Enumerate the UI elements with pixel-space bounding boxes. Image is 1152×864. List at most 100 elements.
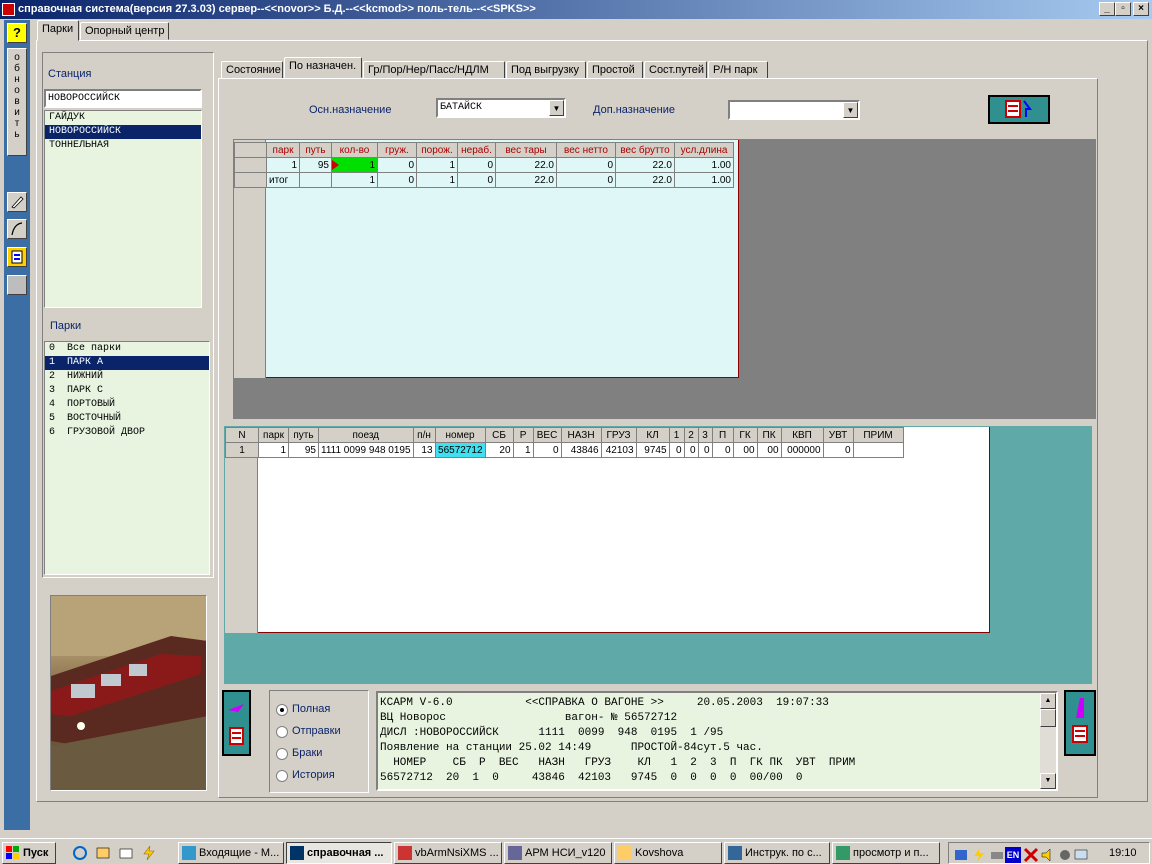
station-list-item[interactable]: ГАЙДУК xyxy=(45,111,201,125)
scroll-up-icon[interactable]: ▲ xyxy=(1040,693,1056,709)
station-list-item[interactable]: НОВОРОССИЙСК xyxy=(45,125,201,139)
wagon-cell[interactable]: 0 xyxy=(711,442,734,458)
chevron-down-icon[interactable]: ▼ xyxy=(843,102,858,118)
eraser-tool-button[interactable] xyxy=(7,192,27,212)
summary-cell[interactable]: 1 xyxy=(416,157,458,173)
wagon-header-cell[interactable]: п/н xyxy=(412,427,436,443)
summary-cell[interactable]: 1.00 xyxy=(674,157,734,173)
outlook-icon[interactable] xyxy=(95,845,111,861)
summary-cell[interactable]: 0 xyxy=(556,157,616,173)
report-mode-radio[interactable] xyxy=(276,704,288,716)
wagon-cell[interactable]: 0 xyxy=(683,442,699,458)
wagon-header-cell[interactable]: УВТ xyxy=(822,427,854,443)
wagon-cell[interactable]: 42103 xyxy=(600,442,637,458)
summary-cell[interactable]: 22.0 xyxy=(495,172,557,188)
language-indicator[interactable]: EN xyxy=(1005,847,1021,863)
summary-cell[interactable]: итог xyxy=(266,172,300,188)
taskbar-item[interactable]: Входящие - M... xyxy=(178,842,284,864)
wagon-cell[interactable]: 0 xyxy=(822,442,854,458)
summary-header-cell[interactable]: нераб. xyxy=(457,142,496,158)
wagon-cell[interactable]: 00 xyxy=(732,442,758,458)
printer-icon[interactable] xyxy=(989,847,1005,863)
summary-cell[interactable]: 22.0 xyxy=(615,157,675,173)
report-mode-label[interactable]: Браки xyxy=(292,747,322,759)
wagon-cell[interactable]: 13 xyxy=(412,442,436,458)
taskbar-item[interactable]: Kovshova xyxy=(614,842,722,864)
summary-header-cell[interactable]: кол-во xyxy=(331,142,378,158)
maximize-button[interactable]: ▫ xyxy=(1115,2,1131,16)
wagon-header-cell[interactable]: ГК xyxy=(732,427,758,443)
wagon-cell[interactable]: 95 xyxy=(288,442,319,458)
volume-icon[interactable] xyxy=(1039,847,1055,863)
taskbar-item[interactable]: просмотр и п... xyxy=(832,842,940,864)
wagon-header-cell[interactable]: 2 xyxy=(683,427,699,443)
summary-cell[interactable]: 0 xyxy=(457,157,496,173)
wagon-cell[interactable]: 000000 xyxy=(780,442,824,458)
tab-1[interactable]: По назначен. xyxy=(284,57,362,78)
extra-dest-select[interactable]: ▼ xyxy=(728,100,860,120)
tab-5[interactable]: Сост.путей xyxy=(644,61,707,79)
report-mode-label[interactable]: Отправки xyxy=(292,725,341,737)
summary-cell[interactable]: 1 xyxy=(331,157,378,173)
wagon-cell[interactable]: 1 xyxy=(258,442,289,458)
wagon-cell[interactable]: 9745 xyxy=(635,442,670,458)
power-icon[interactable] xyxy=(971,847,987,863)
report-mode-radio[interactable] xyxy=(276,726,288,738)
start-button[interactable]: Пуск xyxy=(2,842,56,864)
station-list[interactable]: ГАЙДУК НОВОРОССИЙСК ТОННЕЛЬНАЯ xyxy=(44,110,202,308)
report-mode-label[interactable]: История xyxy=(292,769,335,781)
wagon-cell[interactable]: 20 xyxy=(484,442,514,458)
print-report-button[interactable] xyxy=(1064,690,1096,756)
summary-cell[interactable]: 22.0 xyxy=(615,172,675,188)
wagon-header-cell[interactable]: 1 xyxy=(668,427,685,443)
tab-3[interactable]: Под выгрузку xyxy=(506,61,586,79)
summary-cell[interactable]: 0 xyxy=(377,157,417,173)
close-button[interactable]: × xyxy=(1133,2,1149,16)
table-row[interactable]: 1 95 1 0 1 0 22.0 0 22.0 1.00 xyxy=(234,157,734,173)
wagon-header-cell[interactable]: номер xyxy=(434,427,486,443)
wagon-cell[interactable]: 56572712 xyxy=(434,442,486,458)
ie-icon[interactable] xyxy=(72,845,88,861)
park-list-item[interactable]: 6 ГРУЗОВОЙ ДВОР xyxy=(45,426,209,440)
tab-2[interactable]: Гр/Пор/Нер/Пасс/НДЛМ xyxy=(363,61,505,79)
desktop-icon[interactable] xyxy=(118,845,134,861)
wagon-header-cell[interactable]: КВП xyxy=(780,427,824,443)
park-list-item[interactable]: 5 ВОСТОЧНЫЙ xyxy=(45,412,209,426)
taskbar-item[interactable]: справочная ... xyxy=(286,842,392,864)
summary-header-cell[interactable]: путь xyxy=(299,142,332,158)
wagon-header-cell[interactable]: ВЕС xyxy=(532,427,562,443)
wagon-cell[interactable]: 00 xyxy=(756,442,782,458)
line-tool-button[interactable] xyxy=(7,219,27,239)
summary-cell[interactable]: 1 xyxy=(266,157,300,173)
lightning-icon[interactable] xyxy=(141,845,157,861)
park-list-item[interactable]: 4 ПОРТОВЫЙ xyxy=(45,398,209,412)
monitor-icon[interactable] xyxy=(1073,847,1089,863)
park-list-item[interactable]: 1 ПАРК А xyxy=(45,356,209,370)
station-input[interactable]: НОВОРОССИЙСК xyxy=(44,89,202,108)
wagon-cell[interactable]: 0 xyxy=(668,442,685,458)
wagon-cell[interactable]: 1 xyxy=(512,442,534,458)
tab-4[interactable]: Простой xyxy=(587,61,643,79)
table-row[interactable]: итог 1 0 1 0 22.0 0 22.0 1.00 xyxy=(234,172,734,188)
chevron-down-icon[interactable]: ▼ xyxy=(549,100,564,116)
scroll-down-icon[interactable]: ▼ xyxy=(1040,773,1056,789)
report-mode-radio[interactable] xyxy=(276,770,288,782)
park-list-item[interactable]: 0 Все парки xyxy=(45,342,209,356)
wagon-cell[interactable]: 0 xyxy=(532,442,562,458)
wagon-header-cell[interactable]: НАЗН xyxy=(560,427,602,443)
minimize-button[interactable]: _ xyxy=(1099,2,1115,16)
park-list-item[interactable]: 3 ПАРК С xyxy=(45,384,209,398)
wagon-header-cell[interactable]: парк xyxy=(258,427,289,443)
report-scrollbar[interactable]: ▲ ▼ xyxy=(1040,693,1056,789)
summary-header-cell[interactable]: вес брутто xyxy=(615,142,675,158)
security-icon[interactable] xyxy=(1057,847,1073,863)
summary-header-cell[interactable]: усл.длина xyxy=(674,142,734,158)
taskbar-item[interactable]: vbArmNsiXMS ... xyxy=(394,842,502,864)
refresh-button[interactable]: обновить xyxy=(7,48,27,156)
wagon-header-cell[interactable]: КЛ xyxy=(635,427,670,443)
wagon-cell[interactable]: 0 xyxy=(697,442,713,458)
summary-header-cell[interactable]: парк xyxy=(266,142,300,158)
wagon-header-cell[interactable]: П xyxy=(711,427,734,443)
station-list-item[interactable]: ТОННЕЛЬНАЯ xyxy=(45,139,201,153)
wagon-cell[interactable] xyxy=(852,442,904,458)
